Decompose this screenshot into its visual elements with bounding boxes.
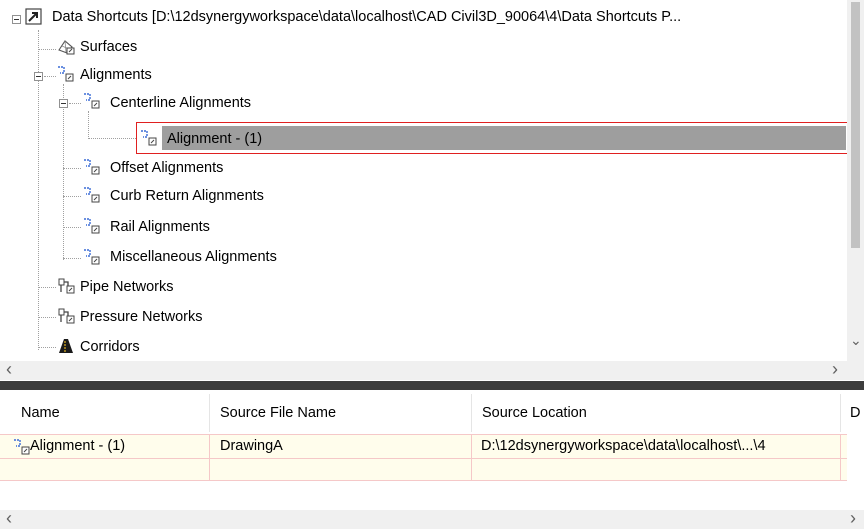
tree-item-label: Data Shortcuts [D:\12dsynergyworkspace\d… [52,9,682,25]
corridor-icon [59,339,73,353]
tree-connector [38,347,56,348]
tree-item-label: Rail Alignments [110,219,210,235]
tree-connector [44,76,56,77]
scroll-right-icon[interactable]: › [832,360,838,378]
alignment-icon [141,130,157,146]
shortcut-details-list[interactable]: Name Source File Name Source Location D … [0,390,864,529]
selection-highlight [162,126,846,150]
table-row[interactable]: Alignment - (1) DrawingA D:\12dsynergywo… [0,435,847,458]
collapse-centerline-toggle[interactable] [59,99,68,108]
tree-connector [88,111,89,139]
tree-item-label: Miscellaneous Alignments [110,249,277,265]
table-row-empty[interactable] [0,458,847,480]
tree-connector [88,138,136,139]
alignment-icon [84,187,100,203]
tree-item-label: Pressure Networks [80,309,203,325]
alignment-icon [58,66,74,82]
tree-item-label: Pipe Networks [80,279,174,295]
row-divider [0,480,847,481]
tree-item-label: Offset Alignments [110,160,224,176]
tree-connector [63,196,81,197]
surface-icon [58,40,75,55]
scroll-down-icon[interactable]: ⌄ [850,333,862,347]
alignment-icon [84,218,100,234]
tree-item-alignment-1[interactable]: Alignment - (1) [136,122,849,154]
tree-vertical-scrollbar[interactable]: ⌄ [847,0,864,361]
column-header-source-file[interactable]: Source File Name [220,394,336,432]
column-divider[interactable] [471,394,472,432]
alignment-icon [84,93,100,109]
column-header-name[interactable]: Name [21,394,60,432]
tree-item-label: Alignment - (1) [167,131,263,147]
column-header-d[interactable]: D [850,394,860,432]
data-shortcuts-tree[interactable]: Data Shortcuts [D:\12dsynergyworkspace\d… [0,0,864,380]
collapse-root-toggle[interactable] [12,15,21,24]
row-divider [0,434,847,435]
tree-horizontal-scrollbar[interactable]: ‹ › [0,360,864,380]
tree-item-label: Curb Return Alignments [110,188,264,204]
tree-connector [38,49,56,50]
tree-connector [63,227,81,228]
collapse-alignments-toggle[interactable] [34,72,43,81]
cell-divider [840,434,841,480]
tree-connector [63,258,81,259]
cell-name: Alignment - (1) [30,438,126,454]
tree-connector [38,287,56,288]
scroll-left-icon[interactable]: ‹ [6,360,12,378]
scroll-thumb[interactable] [851,2,860,248]
cell-divider [471,434,472,480]
alignment-icon [14,439,30,455]
tree-connector [63,84,64,260]
tree-connector [63,168,81,169]
cell-source-file: DrawingA [220,438,283,454]
pressure-network-icon [58,308,75,324]
scroll-left-icon[interactable]: ‹ [6,509,12,527]
data-shortcuts-icon [25,8,42,25]
tree-item-label: Surfaces [80,39,138,55]
column-divider[interactable] [840,394,841,432]
alignment-icon [84,249,100,265]
tree-item-label: Corridors [80,339,140,355]
pane-splitter[interactable] [0,381,864,390]
row-divider [0,458,847,459]
alignment-icon [84,159,100,175]
column-divider[interactable] [209,394,210,432]
cell-source-location: D:\12dsynergyworkspace\data\localhost\..… [481,438,766,454]
cell-divider [209,434,210,480]
tree-item-label: Centerline Alignments [110,95,252,111]
pipe-network-icon [58,278,75,294]
column-header-source-location[interactable]: Source Location [482,394,587,432]
list-horizontal-scrollbar[interactable]: ‹ › [0,509,864,529]
tree-connector [69,103,81,104]
tree-item-label: Alignments [80,67,152,83]
tree-connector [38,317,56,318]
scroll-right-icon[interactable]: › [850,509,856,527]
